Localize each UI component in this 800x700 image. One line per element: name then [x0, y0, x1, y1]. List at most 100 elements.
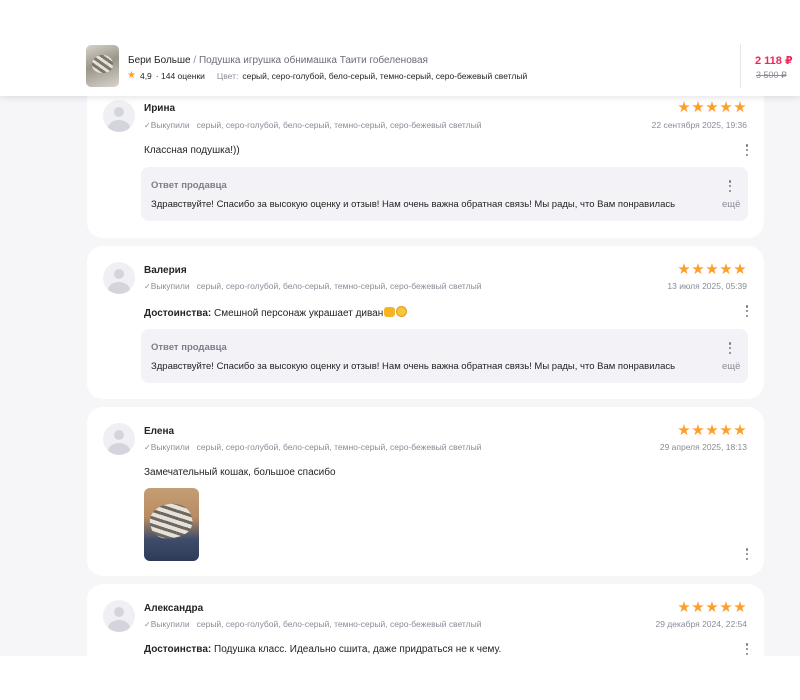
brand-name[interactable]: Бери Больше [128, 55, 191, 66]
more-options-icon[interactable] [726, 179, 734, 193]
review-text: Замечательный кошак, большое спасибо [144, 467, 336, 478]
review-author: Елена [144, 426, 175, 437]
product-name: Подушка игрушка обнимашка Таити гобелено… [198, 55, 428, 66]
seller-reply-text: Здравствуйте! Спасибо за высокую оценку … [151, 199, 676, 210]
avatar [103, 600, 135, 632]
review-author: Александра [144, 603, 204, 614]
photo-content [146, 500, 196, 542]
avatar [103, 262, 135, 294]
color-label: Цвет: [216, 70, 239, 81]
rating-stars: ★ ★ ★ ★ ★ [677, 99, 747, 116]
seller-reply: Ответ продавца Здравствуйте! Спасибо за … [141, 167, 748, 221]
hugging-face-emoji-icon [396, 306, 408, 317]
color-value: серый, серо-голубой, бело-серый, темно-с… [242, 70, 528, 81]
bought-label: Выкупили [150, 281, 190, 291]
review-date: 22 сентября 2025, 19:36 [651, 120, 747, 130]
page-footer-area [0, 656, 800, 700]
star-icon: ★ [733, 99, 747, 116]
bought-label: Выкупили [150, 120, 190, 130]
review-date: 29 декабря 2024, 22:54 [655, 619, 747, 629]
thumbnail-image [92, 55, 113, 73]
seller-reply: Ответ продавца Здравствуйте! Спасибо за … [141, 329, 748, 383]
star-icon: ★ [127, 70, 136, 81]
product-thumbnail[interactable] [86, 45, 119, 87]
avatar [103, 100, 135, 132]
reply-more-link[interactable]: ещё [722, 361, 740, 372]
rating-stars: ★ ★ ★ ★ ★ [677, 261, 747, 278]
reply-text-fade [681, 195, 721, 211]
bought-colors: серый, серо-голубой, бело-серый, темно-с… [196, 120, 482, 130]
purchase-info: ✓Выкупили серый, серо-голубой, бело-серый… [144, 281, 481, 291]
more-options-icon[interactable] [743, 642, 751, 656]
old-price: 3 500 ₽ [756, 70, 787, 80]
check-icon: ✓ [144, 282, 151, 291]
star-icon: ★ [677, 599, 691, 616]
review-date: 13 июля 2025, 05:39 [667, 281, 747, 291]
rating-stars: ★ ★ ★ ★ ★ [677, 422, 747, 439]
star-icon: ★ [719, 599, 733, 616]
review-author: Валерия [144, 265, 187, 276]
bought-label: Выкупили [150, 619, 190, 629]
check-icon: ✓ [144, 620, 151, 629]
review-card: Александра ★ ★ ★ ★ ★ ✓Выкупили серый, серо-го… [87, 584, 764, 656]
check-icon: ✓ [144, 121, 151, 130]
thumbs-up-emoji-icon [384, 307, 396, 317]
title-separator: / [190, 55, 199, 66]
seller-reply-text: Здравствуйте! Спасибо за высокую оценку … [151, 361, 676, 372]
product-rating: 4,9 [139, 70, 152, 81]
review-date: 29 апреля 2025, 18:13 [659, 442, 747, 452]
star-icon: ★ [691, 261, 705, 278]
star-icon: ★ [691, 599, 705, 616]
bought-colors: серый, серо-голубой, бело-серый, темно-с… [196, 619, 482, 629]
review-photo[interactable] [144, 488, 199, 561]
avatar [103, 423, 135, 455]
star-icon: ★ [719, 261, 733, 278]
review-text-line: Достоинства: Смешной персонаж украшает д… [144, 306, 408, 319]
star-icon: ★ [677, 422, 691, 439]
review-text: Смешной персонаж украшает диван [214, 308, 384, 319]
star-icon: ★ [705, 422, 719, 439]
star-icon: ★ [733, 599, 747, 616]
seller-reply-title: Ответ продавца [151, 180, 227, 191]
star-icon: ★ [719, 99, 733, 116]
more-options-icon[interactable] [726, 341, 734, 355]
star-icon: ★ [691, 99, 705, 116]
bought-label: Выкупили [150, 442, 190, 452]
reply-more-link[interactable]: ещё [722, 199, 740, 210]
review-text: Классная подушка!)) [144, 145, 240, 156]
review-text: Подушка класс. Идеально сшита, даже прид… [214, 644, 502, 655]
star-icon: ★ [705, 599, 719, 616]
seller-reply-title: Ответ продавца [151, 342, 227, 353]
purchase-info: ✓Выкупили серый, серо-голубой, бело-серый… [144, 442, 481, 452]
purchase-info: ✓Выкупили серый, серо-голубой, бело-серый… [144, 619, 481, 629]
review-card: Ирина ★ ★ ★ ★ ★ ✓Выкупили серый, серо-голубой… [87, 84, 764, 238]
star-icon: ★ [733, 422, 747, 439]
more-options-icon[interactable] [743, 143, 751, 157]
sticky-product-header: Бери Больше / Подушка игрушка обнимашка … [0, 0, 800, 96]
star-icon: ★ [719, 422, 733, 439]
rating-stars: ★ ★ ★ ★ ★ [677, 599, 747, 616]
bought-colors: серый, серо-голубой, бело-серый, темно-с… [196, 442, 482, 452]
more-options-icon[interactable] [743, 304, 751, 318]
star-icon: ★ [705, 261, 719, 278]
star-icon: ★ [691, 422, 705, 439]
pros-label: Достоинства: [144, 308, 212, 319]
header-divider [740, 44, 741, 88]
current-price: 2 118 ₽ [755, 55, 793, 67]
more-options-icon[interactable] [743, 547, 751, 561]
ratings-count: · 144 оценки [155, 70, 205, 81]
review-text-line: Достоинства: Подушка класс. Идеально сши… [144, 644, 501, 655]
star-icon: ★ [677, 99, 691, 116]
review-card: Елена ★ ★ ★ ★ ★ ✓Выкупили серый, серо-голубой… [87, 407, 764, 576]
bought-colors: серый, серо-голубой, бело-серый, темно-с… [196, 281, 482, 291]
review-card: Валерия ★ ★ ★ ★ ★ ✓Выкупили серый, серо-голуб… [87, 246, 764, 399]
review-author: Ирина [144, 103, 176, 114]
check-icon: ✓ [144, 443, 151, 452]
star-icon: ★ [677, 261, 691, 278]
pros-label: Достоинства: [144, 644, 212, 655]
product-meta: ★ 4,9 · 144 оценки Цвет: серый, серо-гол… [127, 70, 527, 81]
reply-text-fade [681, 357, 721, 373]
star-icon: ★ [733, 261, 747, 278]
purchase-info: ✓Выкупили серый, серо-голубой, бело-серый… [144, 120, 481, 130]
product-title[interactable]: Бери Больше / Подушка игрушка обнимашка … [128, 55, 428, 66]
